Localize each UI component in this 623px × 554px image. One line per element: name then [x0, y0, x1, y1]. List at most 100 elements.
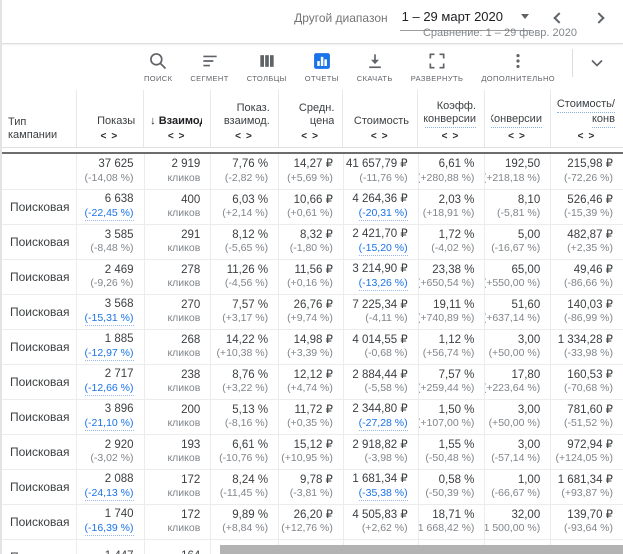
comparison-value: (+56,74 %)	[423, 347, 475, 361]
significant-change-link[interactable]: (-12,66 %)	[85, 382, 134, 397]
chevron-right-icon[interactable]: >	[312, 132, 318, 142]
compare-period-toggle[interactable]: <>	[491, 132, 542, 142]
compare-period-toggle[interactable]: <>	[424, 132, 476, 142]
metric-cell: 6 638(-22,45 %)	[77, 190, 145, 224]
comparison-value: (+50,00 %)	[489, 417, 541, 431]
column-header-metric[interactable]: Коэфф.конверсии<>	[418, 90, 485, 147]
metric-cell: 49,46 ₽(-86,66 %)	[551, 260, 623, 294]
significant-change-link[interactable]: (-16,39 %)	[85, 522, 134, 537]
segment-icon	[200, 51, 220, 71]
reports-button[interactable]: ОТЧЕТЫ	[305, 51, 339, 83]
chevron-right-icon[interactable]: >	[382, 132, 388, 142]
metric-value: 1,12 %	[439, 334, 475, 348]
toolbar-items: ПОИСК СЕГМЕНТ СТОЛБЦЫ ОТЧЕТЫ СКАЧАТЬ РАЗВЕРНУ…	[135, 51, 564, 83]
table-row: Поисковая1 740(-16,39 %)172кликов9,89 %(…	[2, 505, 623, 540]
significant-change-link[interactable]: (-15,20 %)	[359, 242, 408, 257]
comparison-value: (-8,16 %)	[225, 417, 268, 431]
chevron-left-icon[interactable]: <	[168, 132, 174, 142]
metric-value: 19,11 %	[433, 299, 474, 313]
metric-value: 51,60	[511, 299, 540, 313]
more-button[interactable]: ДОПОЛНИТЕЛЬНО	[481, 51, 555, 83]
horizontal-scrollbar-thumb[interactable]	[220, 545, 623, 554]
chevron-left-icon[interactable]: <	[442, 132, 448, 142]
chevron-right-icon[interactable]: >	[519, 132, 525, 142]
download-button[interactable]: СКАЧАТЬ	[357, 51, 393, 83]
search-button[interactable]: ПОИСК	[144, 51, 172, 83]
chevron-right-icon[interactable]: >	[111, 132, 117, 142]
expand-button[interactable]: РАЗВЕРНУТЬ	[411, 51, 464, 83]
columns-button[interactable]: СТОЛБЦЫ	[247, 51, 287, 83]
chevron-right-icon[interactable]: >	[179, 132, 185, 142]
chevron-left-icon[interactable]: <	[235, 132, 241, 142]
comparison-value: (-11,76 %)	[359, 172, 407, 186]
comparison-value: (+637,14 %)	[485, 312, 540, 326]
comparison-value: (+10,38 %)	[216, 347, 268, 361]
chevron-right-icon[interactable]: >	[588, 132, 594, 142]
metric-value: 3,00	[518, 404, 540, 418]
date-range-bar: Другой диапазон 1 – 29 март 2020 Сравнен…	[2, 0, 623, 44]
compare-period-toggle[interactable]: <>	[557, 132, 615, 142]
metric-value: 8,24 %	[232, 474, 268, 488]
column-header-metric[interactable]: Показы<>	[77, 90, 145, 147]
date-range-value[interactable]: 1 – 29 март 2020	[402, 9, 503, 24]
metric-value: 26,76 ₽	[294, 299, 333, 313]
metric-cell: 140,03 ₽(-86,99 %)	[551, 295, 623, 329]
previous-period-button[interactable]	[547, 8, 571, 28]
chevron-down-icon	[587, 53, 607, 73]
metric-cell: 3 568(-15,31 %)	[77, 295, 145, 329]
column-header-campaign-type[interactable]: Типкампании	[2, 90, 77, 147]
metric-cell: 4 014,55 ₽(-0,68 %)	[344, 330, 419, 364]
metric-cell: 193кликов	[145, 435, 212, 469]
column-header-metric[interactable]: Показ.взаимод.<>	[211, 90, 279, 147]
significant-change-link[interactable]: (-15,31 %)	[85, 312, 134, 327]
chevron-right-icon[interactable]: >	[452, 132, 458, 142]
segment-button[interactable]: СЕГМЕНТ	[190, 51, 228, 83]
collapse-toolbar-button[interactable]	[587, 53, 607, 73]
compare-period-toggle[interactable]: <>	[217, 132, 270, 142]
compare-period-toggle[interactable]: <>	[83, 132, 136, 142]
chevron-down-icon[interactable]	[521, 14, 529, 19]
chevron-left-icon[interactable]: <	[371, 132, 377, 142]
column-header-label: Стоимость	[349, 97, 409, 128]
column-header-label: Стоимость/конв	[557, 97, 615, 128]
significant-change-link[interactable]: (-21,10 %)	[85, 417, 134, 432]
significant-change-link[interactable]: (-12,97 %)	[85, 347, 134, 362]
chevron-right-icon[interactable]: >	[246, 132, 252, 142]
significant-change-link[interactable]: (-20,31 %)	[359, 207, 408, 222]
column-header-metric[interactable]: Конверсии<>	[485, 90, 551, 147]
next-period-button[interactable]	[587, 8, 611, 28]
significant-change-link[interactable]: (-22,45 %)	[85, 207, 134, 222]
significant-change-link[interactable]: (-13,26 %)	[359, 277, 408, 292]
toolbar-item-label: СКАЧАТЬ	[357, 74, 393, 83]
significant-change-link[interactable]: (-24,13 %)	[85, 487, 134, 502]
column-header-metric[interactable]: ↓ Взаимод<>	[144, 90, 211, 147]
comparison-value: (-57,14 %)	[491, 452, 540, 466]
comparison-value: (+3,17 %)	[222, 312, 268, 326]
metric-value: 0,58 %	[439, 474, 475, 488]
column-header-metric[interactable]: Средн.цена<>	[279, 90, 344, 147]
comparison-value: (+4,74 %)	[287, 382, 333, 396]
comparison-value: (-33,98 %)	[564, 347, 613, 361]
chevron-left-icon	[553, 12, 564, 23]
metric-cell: 19,11 %(+740,89 %)	[419, 295, 486, 329]
date-range-type-label: Другой диапазон	[294, 11, 388, 25]
metric-value: 14,98 ₽	[294, 334, 333, 348]
chevron-left-icon[interactable]: <	[301, 132, 307, 142]
table-row: Поисковая2 920(-3,02 %)193кликов6,61 %(-…	[2, 435, 623, 470]
comparison-value: (-1,80 %)	[290, 242, 333, 256]
compare-period-toggle[interactable]: <>	[349, 132, 409, 142]
comparison-value: (-86,99 %)	[564, 312, 613, 326]
significant-change-link[interactable]: (-35,38 %)	[359, 487, 408, 502]
metric-cell: 3,00(-57,14 %)	[485, 435, 551, 469]
compare-period-toggle[interactable]: <>	[150, 132, 202, 142]
column-header-metric[interactable]: Стоимость/конв<>	[551, 90, 623, 147]
metric-value: 15,12 ₽	[294, 439, 333, 453]
compare-period-toggle[interactable]: <>	[285, 132, 335, 142]
comparison-period-label: Сравнение: 1 – 29 февр. 2020	[423, 27, 577, 39]
chevron-left-icon[interactable]: <	[578, 132, 584, 142]
column-header-metric[interactable]: Стоимость<>	[343, 90, 418, 147]
chevron-left-icon[interactable]: <	[508, 132, 514, 142]
chevron-left-icon[interactable]: <	[101, 132, 107, 142]
metric-value: 6 638	[105, 193, 134, 207]
significant-change-link[interactable]: (-27,28 %)	[359, 417, 408, 432]
